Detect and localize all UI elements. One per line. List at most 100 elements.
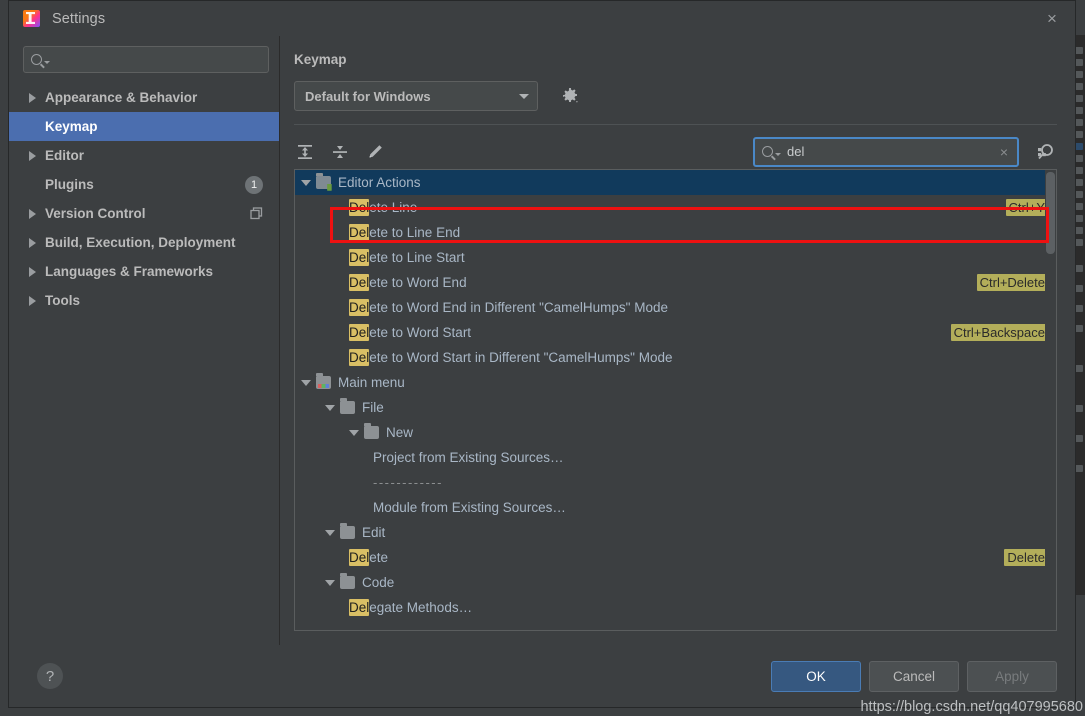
pencil-edit-icon[interactable] [364,141,386,163]
tree-row-label: ------------ [373,475,443,490]
chevron-down-icon [519,93,529,99]
keymap-dropdown[interactable]: Default for Windows [294,81,538,111]
background-code-line [1075,365,1083,372]
copy-icon [250,207,263,220]
search-match-highlight: Del [349,299,370,316]
folder-icon [340,523,355,539]
tree-row[interactable]: Delete to Word Start in Different "Camel… [295,345,1056,370]
sidebar-nav-list: Appearance & Behavior Keymap Editor Plugins… [9,81,279,315]
tree-row[interactable]: Editor Actions [295,170,1056,195]
expand-all-icon[interactable] [294,141,316,163]
search-match-highlight: Del [349,324,370,341]
sidebar-item-build-execution-deployment[interactable]: Build, Execution, Deployment [9,228,279,257]
keymap-tree: Editor Actions Delete Line Ctrl+Y Delete to… [295,170,1056,630]
watermark-text: https://blog.csdn.net/qq407995680 [860,699,1083,715]
shortcut-badge: Ctrl+Delete [976,274,1048,291]
tree-separator: ------------ [295,470,1056,495]
search-icon [31,54,42,65]
dialog-titlebar: Settings × [9,1,1075,36]
keymap-search-box[interactable]: × [753,136,1019,167]
tree-row[interactable]: Delete Delete [295,545,1056,570]
sidebar-search-box[interactable] [23,46,269,73]
folder-icon [340,573,355,589]
tree-scrollbar-thumb[interactable] [1046,172,1055,254]
settings-sidebar: Appearance & Behavior Keymap Editor Plugins… [9,36,280,645]
tree-row-label: Delegate Methods… [349,599,473,616]
settings-dialog: Settings × Appearance & Behavior Keymap Ed… [8,0,1076,708]
sidebar-item-label: Keymap [45,119,98,134]
panel-title: Keymap [294,52,347,67]
gear-icon[interactable] [560,86,580,106]
shortcut-badge: Delete [1004,549,1048,566]
tree-row-label: Edit [362,525,386,540]
search-match-highlight: Del [349,599,370,616]
chevron-down-icon[interactable] [349,429,359,436]
keymap-search-input[interactable] [787,144,998,159]
tree-row[interactable]: Code [295,570,1056,595]
chevron-right-icon [29,150,36,161]
collapse-all-icon[interactable] [329,141,351,163]
dialog-footer: ? OK Cancel Apply [9,645,1075,707]
sidebar-item-plugins[interactable]: Plugins 1 [9,170,279,199]
sidebar-item-appearance-behavior[interactable]: Appearance & Behavior [9,83,279,112]
keymap-panel: Keymap Default for Windows del × Editor … [280,36,1075,645]
sidebar-item-label: Plugins [45,177,94,192]
tree-row[interactable]: Edit [295,520,1056,545]
chevron-down-icon [775,152,781,156]
tree-row-label: File [362,400,384,415]
chevron-down-icon[interactable] [325,579,335,586]
tree-row[interactable]: Main menu [295,370,1056,395]
cancel-button[interactable]: Cancel [869,660,959,692]
ok-button[interactable]: OK [771,660,861,692]
clear-search-icon[interactable]: × [998,144,1010,160]
tree-row[interactable]: Delete to Word Start Ctrl+Backspace [295,320,1056,345]
sidebar-item-label: Editor [45,148,84,163]
tree-row-label: Delete Line [349,199,418,216]
sidebar-item-keymap[interactable]: Keymap [9,112,279,141]
tree-row[interactable]: New [295,420,1056,445]
search-input[interactable] [55,52,261,67]
tree-row-label: New [386,425,414,440]
tree-row[interactable]: Project from Existing Sources… [295,445,1056,470]
main-menu-folder-icon [316,373,331,389]
help-button[interactable]: ? [37,663,63,689]
chevron-down-icon[interactable] [301,379,311,386]
folder-icon [340,398,355,414]
tree-row[interactable]: File [295,395,1056,420]
tree-row-label: Editor Actions [338,175,421,190]
tree-row[interactable]: Delete to Word End Ctrl+Delete [295,270,1056,295]
sidebar-item-version-control[interactable]: Version Control [9,199,279,228]
folder-icon [364,423,379,439]
nav-spacer [29,122,36,132]
sidebar-item-editor[interactable]: Editor [9,141,279,170]
tree-row[interactable]: Delegate Methods… [295,595,1056,620]
chevron-down-icon [44,60,50,64]
apply-button[interactable]: Apply [967,660,1057,692]
search-match-highlight: Del [349,549,370,566]
chevron-right-icon [29,92,36,103]
find-shortcut-icon[interactable] [1033,140,1057,164]
tree-scrollbar-track[interactable] [1045,170,1056,630]
tree-row-label: Delete to Word Start in Different "Camel… [349,349,673,366]
sidebar-item-label: Version Control [45,206,146,221]
sidebar-item-languages-frameworks[interactable]: Languages & Frameworks [9,257,279,286]
intellij-logo-icon [23,10,40,27]
chevron-right-icon [29,208,36,219]
tree-row-label: Module from Existing Sources… [373,500,566,515]
chevron-down-icon[interactable] [325,404,335,411]
search-icon [762,146,773,157]
tree-row[interactable]: Delete to Line Start [295,245,1056,270]
nav-spacer [29,180,36,190]
tree-row[interactable]: Delete to Word End in Different "CamelHu… [295,295,1056,320]
close-icon[interactable]: × [1029,1,1075,36]
tree-row-label: Delete to Word End [349,274,467,291]
search-match-highlight: Del [349,249,370,266]
tree-row-label: Delete to Line End [349,224,461,241]
tree-row[interactable]: Delete to Line End [295,220,1056,245]
sidebar-item-tools[interactable]: Tools [9,286,279,315]
chevron-down-icon[interactable] [325,529,335,536]
tree-row-label: Delete to Word Start [349,324,472,341]
tree-row[interactable]: Delete Line Ctrl+Y [295,195,1056,220]
chevron-down-icon[interactable] [301,179,311,186]
tree-row[interactable]: Module from Existing Sources… [295,495,1056,520]
